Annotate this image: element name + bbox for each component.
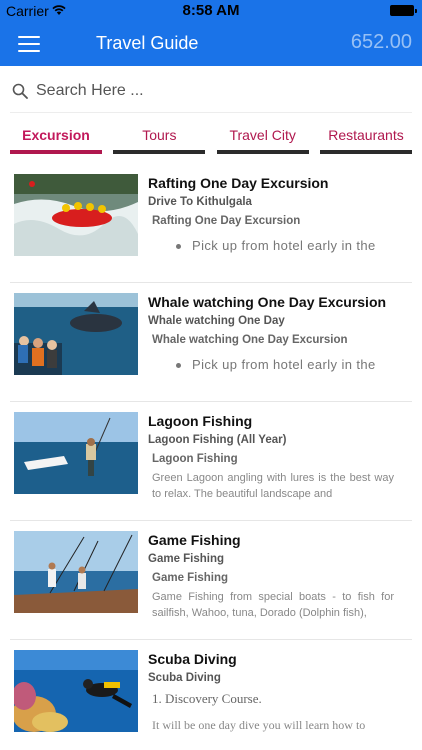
- excursion-list: Rafting One Day Excursion Drive To Kithu…: [10, 164, 412, 750]
- tab-label: Tours: [142, 127, 177, 143]
- tab-travel-city[interactable]: Travel City: [216, 124, 309, 154]
- item-subtitle: Game Fishing: [148, 553, 225, 565]
- rafting-thumbnail: [14, 174, 138, 256]
- status-bar: Carrier 8:58 AM: [0, 0, 422, 22]
- search-input[interactable]: [36, 78, 396, 104]
- list-item[interactable]: Scuba Diving Scuba Diving 1. Discovery C…: [10, 640, 412, 750]
- item-subtitle: Whale watching One Day: [148, 315, 285, 327]
- tab-label: Excursion: [22, 127, 90, 143]
- whale-watching-thumbnail: [14, 293, 138, 375]
- tab-indicator: [319, 150, 412, 154]
- status-time: 8:58 AM: [182, 2, 240, 19]
- balance-value: 652.00: [350, 31, 412, 53]
- item-title: Game Fishing: [148, 532, 241, 548]
- item-description: Game Fishing from special boats - to fis…: [152, 591, 394, 619]
- item-title: Rafting One Day Excursion: [148, 175, 329, 191]
- tab-restaurants[interactable]: Restaurants: [319, 124, 412, 154]
- bullet-text: Pick up from hotel early in the: [192, 238, 376, 253]
- tab-label: Restaurants: [328, 127, 404, 143]
- tab-label: Travel City: [229, 127, 296, 143]
- tab-indicator: [113, 150, 206, 154]
- item-subtitle: Scuba Diving: [148, 672, 221, 684]
- search-divider: [10, 112, 412, 113]
- item-course-line: 1. Discovery Course.: [152, 691, 262, 706]
- page-title: Travel Guide: [96, 33, 199, 53]
- hamburger-menu-icon[interactable]: [18, 36, 40, 52]
- list-item[interactable]: Lagoon Fishing Lagoon Fishing (All Year)…: [10, 402, 412, 521]
- tab-tours[interactable]: Tours: [113, 124, 206, 154]
- lagoon-fishing-thumbnail: [14, 412, 138, 494]
- app-header: Carrier 8:58 AM Travel Guide 652.00: [0, 0, 422, 66]
- item-subheading: Game Fishing: [152, 572, 229, 584]
- item-bullet: Pick up from hotel early in the: [148, 238, 394, 253]
- item-subheading: Lagoon Fishing: [152, 453, 238, 465]
- list-item[interactable]: Game Fishing Game Fishing Game Fishing G…: [10, 521, 412, 640]
- game-fishing-thumbnail: [14, 531, 138, 613]
- list-item[interactable]: Whale watching One Day Excursion Whale w…: [10, 283, 412, 402]
- item-subtitle: Drive To Kithulgala: [148, 196, 252, 208]
- scuba-diving-thumbnail: [14, 650, 138, 732]
- search-icon: [12, 83, 28, 99]
- tab-indicator: [216, 150, 309, 154]
- item-description: Green Lagoon angling with lures is the b…: [152, 472, 394, 500]
- list-item[interactable]: Rafting One Day Excursion Drive To Kithu…: [10, 164, 412, 283]
- item-title: Whale watching One Day Excursion: [148, 294, 387, 310]
- search-bar: [10, 74, 412, 110]
- item-title: Lagoon Fishing: [148, 413, 253, 429]
- item-subheading: Rafting One Day Excursion: [152, 215, 301, 227]
- nav-bar: Travel Guide 652.00: [0, 22, 422, 66]
- tab-indicator: [10, 150, 102, 154]
- category-tabs: Excursion Tours Travel City Restaurants: [10, 124, 412, 158]
- tab-excursion[interactable]: Excursion: [10, 124, 102, 154]
- item-bullet: Pick up from hotel early in the: [148, 357, 394, 372]
- bullet-text: Pick up from hotel early in the: [192, 357, 376, 372]
- item-course-description: It will be one day dive you will learn h…: [152, 718, 366, 732]
- item-subtitle: Lagoon Fishing (All Year): [148, 434, 287, 446]
- item-subheading: Whale watching One Day Excursion: [152, 334, 348, 346]
- item-title: Scuba Diving: [148, 651, 237, 667]
- battery-icon: [390, 5, 417, 16]
